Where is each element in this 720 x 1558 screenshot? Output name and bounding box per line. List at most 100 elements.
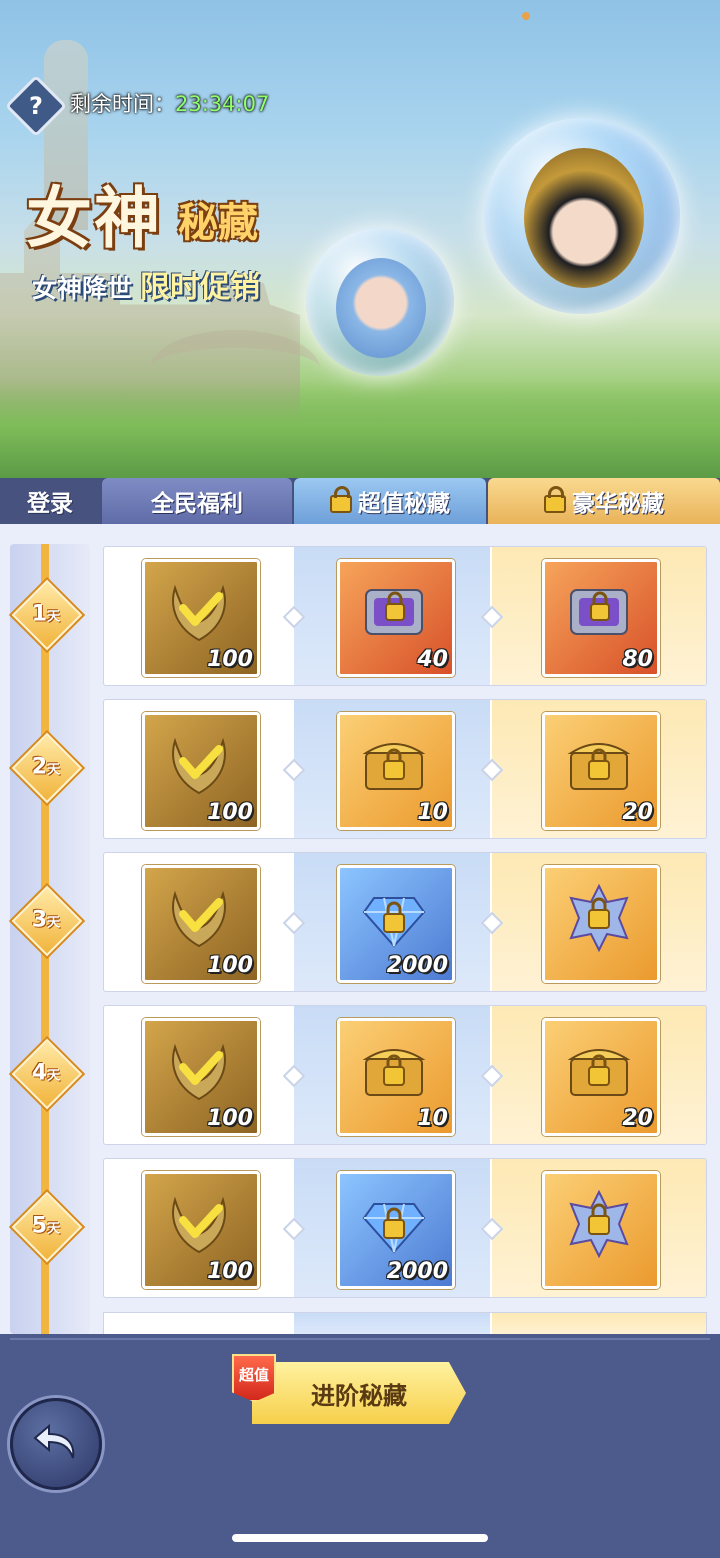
super-value-badge: 超值	[232, 1354, 276, 1402]
reward-row: 100 10 20	[103, 699, 707, 839]
reward-row: 100 2000	[103, 852, 707, 992]
luxury-reward-count: 20	[622, 1106, 653, 1131]
free-reward-count: 100	[207, 1259, 253, 1284]
tab-luxury-label: 豪华秘藏	[572, 491, 664, 517]
tab-bar: 登录 全民福利 超值秘藏 豪华秘藏	[0, 478, 720, 524]
lock-icon	[544, 486, 566, 513]
back-button[interactable]	[10, 1398, 102, 1490]
day-badge-label: 1天	[23, 592, 69, 641]
tab-luxury[interactable]: 豪华秘藏	[488, 478, 720, 524]
countdown-timer: 剩余时间：23:34:07	[70, 88, 269, 118]
super-reward-count: 2000	[386, 1259, 448, 1284]
super-reward-item[interactable]: 10	[337, 712, 455, 830]
free-reward-item[interactable]: 100	[142, 1018, 260, 1136]
meadow-illustration	[0, 380, 720, 478]
treasure-chest-icon	[362, 743, 426, 790]
day-number: 4	[31, 1060, 48, 1086]
super-reward-count: 10	[417, 800, 448, 825]
day-unit: 天	[47, 915, 61, 931]
free-reward-item[interactable]: 100	[142, 559, 260, 677]
super-reward-count: 40	[417, 647, 448, 672]
treasure-chest-icon	[362, 1049, 426, 1096]
reward-row: 100 2000	[103, 1158, 707, 1298]
star-crystal-icon	[569, 1190, 629, 1258]
free-reward-count: 100	[207, 800, 253, 825]
subtitle-highlight: 限时促销	[140, 270, 261, 305]
hero-portrait	[524, 148, 644, 288]
day-unit: 天	[47, 1221, 61, 1237]
tab-login[interactable]: 登录	[0, 478, 100, 524]
subtitle-text: 女神降世	[32, 274, 133, 303]
day-unit: 天	[47, 1068, 61, 1084]
footer-divider	[10, 1338, 710, 1340]
day-unit: 天	[47, 609, 61, 625]
day-number: 3	[31, 907, 48, 933]
super-value-badge-label: 超值	[238, 1366, 269, 1384]
free-reward-item[interactable]: 100	[142, 1171, 260, 1289]
day-number: 5	[31, 1213, 48, 1239]
event-title-main: 女神	[26, 180, 162, 257]
super-column-partial	[294, 1313, 490, 1335]
luxury-reward-item[interactable]: 80	[542, 559, 660, 677]
luxury-reward-item[interactable]	[542, 1171, 660, 1289]
star-crystal-icon	[569, 884, 629, 952]
reward-row-partial	[103, 1312, 707, 1335]
super-reward-item[interactable]: 10	[337, 1018, 455, 1136]
super-reward-count: 2000	[386, 953, 448, 978]
laurel-check-icon	[172, 1043, 226, 1101]
reward-row: 100 40 80	[103, 546, 707, 686]
free-reward-count: 100	[207, 647, 253, 672]
luxury-reward-count: 20	[622, 800, 653, 825]
reward-row: 100 10 20	[103, 1005, 707, 1145]
super-reward-item[interactable]: 2000	[337, 865, 455, 983]
free-reward-count: 100	[207, 953, 253, 978]
lock-icon	[330, 486, 352, 513]
event-subtitle: 女神降世 限时促销	[32, 262, 260, 306]
super-reward-item[interactable]: 2000	[337, 1171, 455, 1289]
advance-treasure-button[interactable]: 进阶秘藏	[252, 1362, 466, 1424]
tab-free-welfare-label: 全民福利	[151, 491, 243, 517]
tab-free-welfare[interactable]: 全民福利	[102, 478, 292, 524]
tab-super-value[interactable]: 超值秘藏	[294, 478, 486, 524]
tab-super-value-label: 超值秘藏	[358, 491, 450, 517]
diamond-icon	[362, 897, 426, 948]
laurel-check-icon	[172, 890, 226, 948]
free-reward-item[interactable]: 100	[142, 712, 260, 830]
day-unit: 天	[47, 762, 61, 778]
day-number: 2	[31, 754, 48, 780]
day-badge-label: 2天	[23, 745, 69, 794]
luxury-reward-item[interactable]: 20	[542, 712, 660, 830]
super-reward-item[interactable]: 40	[337, 559, 455, 677]
timer-value: 23:34:07	[175, 92, 270, 116]
day-badge-label: 5天	[23, 1204, 69, 1253]
luxury-reward-item[interactable]	[542, 865, 660, 983]
day-badge-label: 4天	[23, 1051, 69, 1100]
treasure-chest-icon	[567, 1049, 631, 1096]
laurel-check-icon	[172, 584, 226, 642]
free-reward-count: 100	[207, 1106, 253, 1131]
laurel-check-icon	[172, 1196, 226, 1254]
timer-label: 剩余时间：	[70, 92, 175, 116]
gem-cube-chest-icon	[570, 589, 628, 635]
notification-dot	[522, 12, 530, 20]
goddess-portrait-bubble	[306, 228, 454, 376]
day-number: 1	[31, 601, 48, 627]
day-badge-label: 3天	[23, 898, 69, 947]
question-icon: ?	[29, 92, 43, 120]
back-arrow-icon	[33, 1423, 75, 1459]
free-reward-item[interactable]: 100	[142, 865, 260, 983]
event-title-secondary: 秘藏	[178, 200, 258, 246]
goddess-portrait	[336, 258, 426, 358]
advance-treasure-label: 进阶秘藏	[311, 1381, 407, 1410]
gem-cube-chest-icon	[365, 589, 423, 635]
tab-login-label: 登录	[27, 491, 73, 517]
event-banner: ? 剩余时间：23:34:07 女神 秘藏 女神降世 限时促销	[0, 0, 720, 478]
luxury-reward-count: 80	[622, 647, 653, 672]
luxury-column-partial	[492, 1313, 706, 1335]
home-indicator[interactable]	[232, 1534, 488, 1542]
diamond-icon	[362, 1203, 426, 1254]
super-reward-count: 10	[417, 1106, 448, 1131]
hero-portrait-bubble	[484, 118, 680, 314]
treasure-chest-icon	[567, 743, 631, 790]
luxury-reward-item[interactable]: 20	[542, 1018, 660, 1136]
